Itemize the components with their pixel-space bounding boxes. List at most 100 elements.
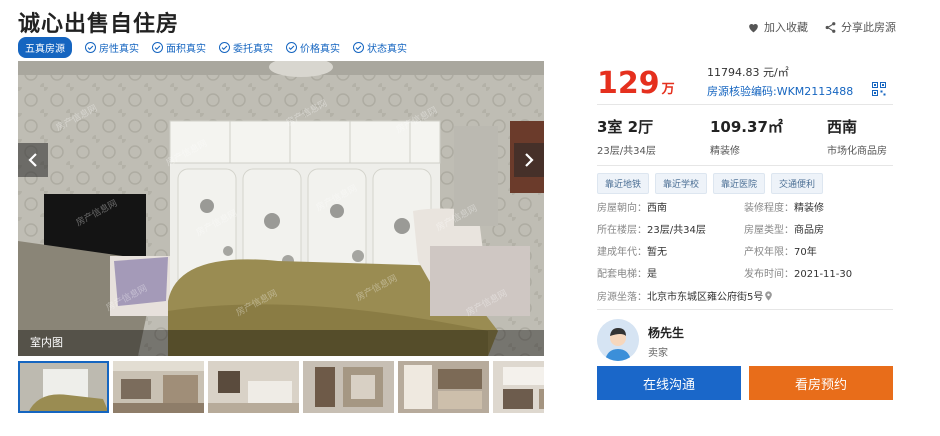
main-photo[interactable]: 房产信息网 房产信息网 房产信息网 房产信息网 房产信息网 房产信息网 房产信息… (18, 61, 544, 356)
total-price: 129 万 (597, 66, 675, 101)
photo-caption: 室内图 (18, 330, 544, 356)
thumbnail-image (208, 361, 299, 413)
check-circle-icon (353, 42, 364, 53)
thumbnail-strip (18, 361, 544, 413)
thumbnail-2[interactable] (113, 361, 204, 413)
verify-tag: 面积真实 (152, 40, 206, 55)
feature-chips: 靠近地铁 靠近学校 靠近医院 交通便利 (597, 173, 824, 194)
detail-value: 暂无 (647, 247, 667, 258)
verify-tag-label: 面积真实 (166, 44, 206, 55)
next-photo-button[interactable] (514, 143, 544, 177)
detail-key: 发布时间： (744, 269, 794, 280)
detail-value: 70年 (794, 247, 817, 258)
favorite-button[interactable]: 加入收藏 (747, 19, 808, 35)
detail-value: 商品房 (794, 225, 824, 236)
map-pin-icon[interactable] (764, 291, 773, 301)
stat-value: 3室 2厅 (597, 118, 654, 136)
check-circle-icon (219, 42, 230, 53)
chevron-right-icon (525, 153, 534, 167)
online-chat-button[interactable]: 在线沟通 (597, 366, 741, 400)
stat-layout: 3室 2厅 23层/共34层 (597, 116, 656, 157)
verify-tag-label: 房性真实 (99, 44, 139, 55)
detail-published: 发布时间：2021-11-30 (744, 265, 852, 280)
detail-key: 房屋朝向： (597, 203, 647, 214)
thumbnail-1[interactable] (18, 361, 109, 413)
thumbnail-6[interactable] (493, 361, 544, 413)
stat-sub: 23层/共34层 (597, 146, 656, 157)
detail-key: 房屋类型： (744, 225, 794, 236)
favorite-label: 加入收藏 (764, 21, 808, 34)
divider (597, 104, 893, 105)
verify-tag: 状态真实 (353, 40, 407, 55)
verify-tag-label: 委托真实 (233, 44, 273, 55)
thumbnail-image (18, 361, 109, 413)
thumbnail-5[interactable] (398, 361, 489, 413)
detail-key: 建成年代： (597, 247, 647, 258)
avatar[interactable] (597, 319, 639, 361)
bedroom-photo: 房产信息网 房产信息网 房产信息网 房产信息网 房产信息网 房产信息网 房产信息… (18, 61, 544, 356)
divider (597, 309, 893, 310)
detail-year: 建成年代：暂无 (597, 243, 667, 258)
detail-value: 北京市东城区雍公府街5号 (647, 292, 764, 303)
divider (597, 165, 893, 166)
unit-price: 11794.83 元/㎡ (707, 66, 789, 79)
share-icon (825, 21, 836, 33)
seller-name: 杨先生 (648, 326, 685, 340)
chip-near-hospital[interactable]: 靠近医院 (713, 173, 766, 194)
detail-value: 2021-11-30 (794, 269, 853, 280)
detail-key: 房源坐落： (597, 292, 647, 303)
thumbnail-3[interactable] (208, 361, 299, 413)
chip-near-school[interactable]: 靠近学校 (655, 173, 708, 194)
five-true-badge: 五真房源 (18, 37, 72, 58)
verify-tag-label: 价格真实 (300, 44, 340, 55)
thumbnail-4[interactable] (303, 361, 394, 413)
share-button[interactable]: 分享此房源 (824, 19, 896, 35)
detail-value: 西南 (647, 203, 667, 214)
stat-value: 109.37㎡ (710, 118, 783, 136)
detail-value: 是 (647, 269, 657, 280)
detail-value: 精装修 (794, 203, 824, 214)
thumbnail-image (493, 361, 544, 413)
detail-tenure: 产权年限：70年 (744, 243, 817, 258)
verify-tag: 房性真实 (85, 40, 139, 55)
detail-type: 房屋类型：商品房 (744, 221, 824, 236)
stat-sub: 市场化商品房 (827, 146, 887, 157)
listing-title: 诚心出售自住房 (18, 12, 180, 37)
detail-key: 配套电梯： (597, 269, 647, 280)
detail-value: 23层/共34层 (647, 225, 706, 236)
detail-key: 所在楼层： (597, 225, 647, 236)
verify-code-link[interactable]: 房源核验编码:WKM2113488 (707, 83, 853, 99)
thumbnail-image (303, 361, 394, 413)
detail-orientation: 房屋朝向：西南 (597, 199, 667, 214)
detail-key: 装修程度： (744, 203, 794, 214)
seller-role: 卖家 (648, 348, 668, 359)
verify-tags: 五真房源 房性真实 面积真实 委托真实 价格真实 状态真实 (18, 37, 407, 58)
share-label: 分享此房源 (841, 21, 896, 34)
check-circle-icon (85, 42, 96, 53)
stat-value: 西南 (827, 118, 858, 136)
person-avatar-icon (597, 319, 639, 361)
total-price-unit: 万 (661, 82, 675, 97)
qr-code-icon[interactable] (872, 82, 886, 96)
heart-icon (749, 23, 758, 32)
total-price-value: 129 (597, 66, 660, 101)
stat-area: 109.37㎡ 精装修 (710, 116, 783, 157)
detail-decoration: 装修程度：精装修 (744, 199, 824, 214)
detail-address: 房源坐落：北京市东城区雍公府街5号 (597, 288, 773, 303)
check-circle-icon (286, 42, 297, 53)
thumbnail-image (398, 361, 489, 413)
listing-actions: 加入收藏 分享此房源 (747, 19, 896, 35)
verify-tag-label: 状态真实 (367, 44, 407, 55)
thumbnail-image (113, 361, 204, 413)
detail-elevator: 配套电梯：是 (597, 265, 657, 280)
check-circle-icon (152, 42, 163, 53)
chip-near-subway[interactable]: 靠近地铁 (597, 173, 650, 194)
stat-sub: 精装修 (710, 146, 740, 157)
detail-key: 产权年限： (744, 247, 794, 258)
chip-transport[interactable]: 交通便利 (771, 173, 824, 194)
prev-photo-button[interactable] (18, 143, 48, 177)
chevron-left-icon (28, 153, 37, 167)
stat-orientation: 西南 市场化商品房 (827, 116, 887, 157)
verify-tag: 价格真实 (286, 40, 340, 55)
book-viewing-button[interactable]: 看房预约 (749, 366, 893, 400)
